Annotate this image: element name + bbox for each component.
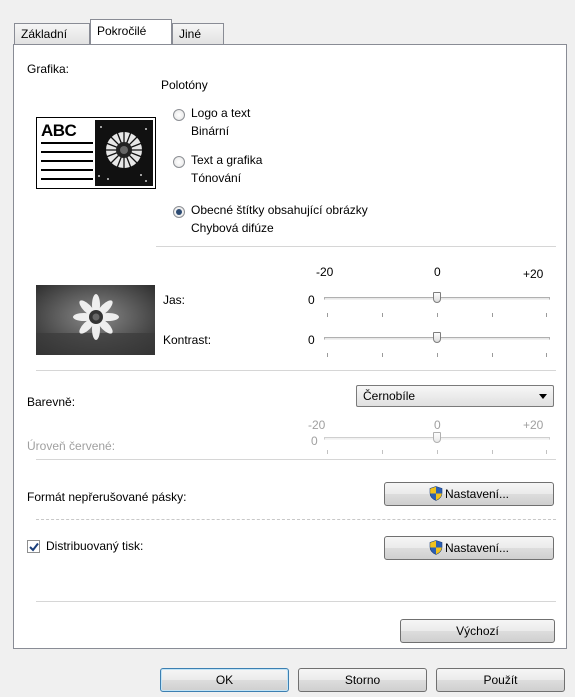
chevron-down-icon [539, 394, 547, 399]
radio-text-graphics[interactable] [173, 156, 185, 168]
brightness-label: Jas: [163, 293, 186, 307]
radio-logo-text-sublabel: Binární [191, 124, 230, 138]
distributed-print-settings-button[interactable]: Nastavení... [384, 536, 554, 560]
red-scale-max-label: +20 [523, 418, 544, 432]
uac-shield-icon [429, 486, 443, 501]
scale-min-label: -20 [316, 265, 334, 279]
contrast-label: Kontrast: [163, 333, 212, 347]
distributed-print-checkbox[interactable] [27, 540, 40, 553]
continuous-tape-settings-label: Nastavení... [444, 487, 510, 501]
sunflower-photo [36, 285, 155, 355]
divider-dashed [36, 519, 556, 520]
divider [36, 601, 556, 602]
contrast-slider[interactable] [324, 329, 550, 359]
check-icon [29, 542, 39, 552]
divider [36, 459, 556, 460]
color-select-value: Černobíle [363, 389, 416, 403]
red-scale-mid-label: 0 [434, 418, 441, 432]
brightness-value: 0 [308, 293, 315, 307]
scale-mid-label: 0 [434, 265, 441, 279]
halftone-label: Polotóny [161, 78, 208, 92]
uac-shield-icon [429, 540, 443, 555]
divider [156, 246, 556, 247]
ok-button[interactable]: OK [160, 668, 289, 692]
radio-text-graphics-sublabel: Tónování [191, 171, 242, 185]
red-scale-min-label: -20 [308, 418, 326, 432]
tab-other[interactable]: Jiné [172, 23, 224, 44]
radio-logo-text[interactable] [173, 109, 185, 121]
red-level-label: Úroveň červené: [27, 439, 116, 453]
continuous-tape-label: Formát nepřerušované pásky: [27, 490, 187, 504]
flower-dither-icon [95, 120, 153, 186]
distributed-print-label[interactable]: Distribuovaný tisk: [46, 539, 143, 553]
advanced-panel: Grafika: Polotóny ABC Logo a text Binárn… [13, 44, 567, 649]
graphics-label: Grafika: [27, 62, 70, 76]
default-button[interactable]: Výchozí [400, 619, 555, 643]
continuous-tape-settings-button[interactable]: Nastavení... [384, 482, 554, 506]
red-level-value: 0 [311, 434, 318, 448]
brightness-slider-thumb[interactable] [433, 292, 441, 303]
tab-advanced[interactable]: Pokročilé [90, 19, 172, 44]
color-label: Barevně: [27, 395, 76, 409]
radio-general-labels-sublabel: Chybová difúze [191, 221, 274, 235]
red-level-slider [324, 431, 550, 455]
contrast-slider-thumb[interactable] [433, 332, 441, 343]
radio-general-labels-label: Obecné štítky obsahující obrázky [191, 203, 368, 217]
apply-button[interactable]: Použít [436, 668, 565, 692]
radio-logo-text-label: Logo a text [191, 106, 251, 120]
brightness-slider[interactable] [324, 289, 550, 319]
cancel-button[interactable]: Storno [298, 668, 427, 692]
preview-abc-text: ABC [41, 121, 77, 140]
contrast-value: 0 [308, 333, 315, 347]
tab-basic[interactable]: Základní [14, 23, 90, 44]
divider [36, 370, 556, 371]
radio-general-labels[interactable] [173, 206, 185, 218]
graphics-preview-image: ABC [36, 117, 156, 189]
distributed-print-settings-label: Nastavení... [444, 541, 510, 555]
scale-max-label: +20 [523, 267, 544, 281]
radio-text-graphics-label: Text a grafika [191, 153, 263, 167]
color-select[interactable]: Černobíle [356, 385, 554, 407]
